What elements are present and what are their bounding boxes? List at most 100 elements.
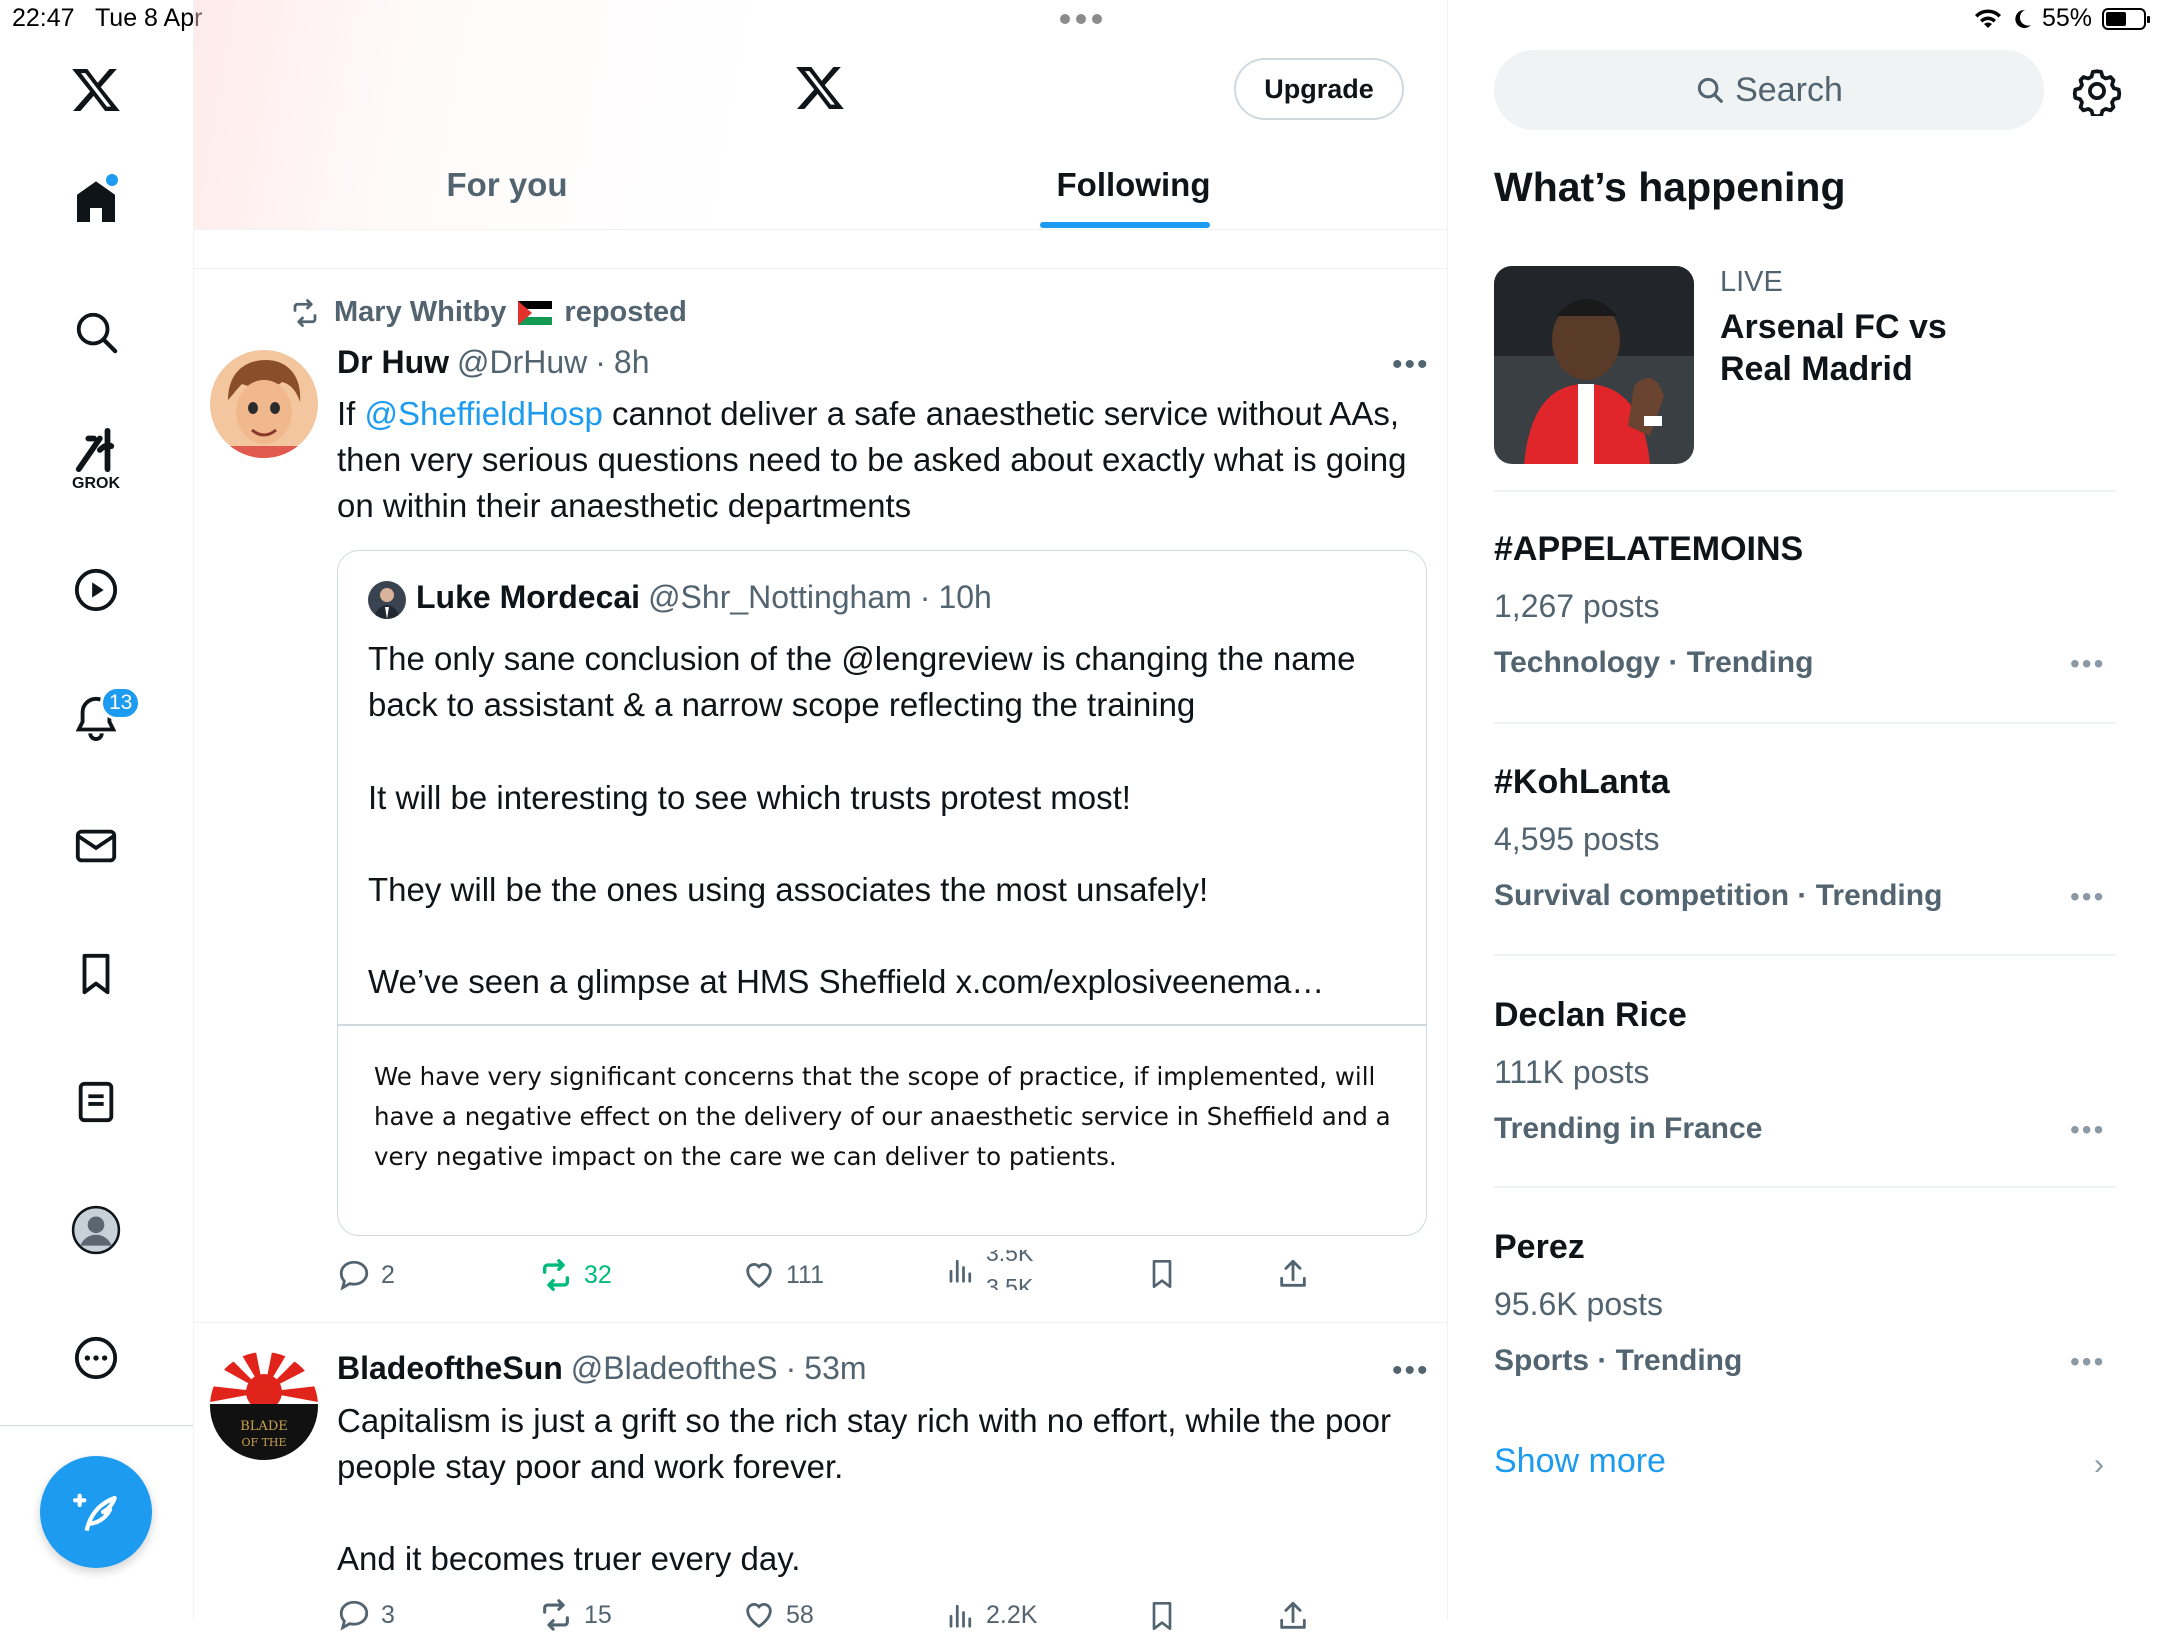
like-count: 58 xyxy=(786,1600,814,1629)
profile-icon[interactable] xyxy=(66,1200,126,1260)
post-text-2: And it becomes truer every day. xyxy=(337,1540,801,1577)
quote-avatar xyxy=(368,581,406,619)
more-icon[interactable] xyxy=(66,1328,126,1388)
trend-more-icon[interactable]: ••• xyxy=(2070,648,2105,680)
live-event-title[interactable]: Arsenal FC vs Real Madrid xyxy=(1720,306,2020,390)
nav-divider xyxy=(0,1425,193,1426)
reply-icon xyxy=(339,1260,369,1291)
views-count: 3.5K xyxy=(986,1250,1034,1266)
trend-title[interactable]: Perez xyxy=(1494,1228,1585,1267)
reply-button[interactable]: 2 xyxy=(337,1258,395,1292)
show-more-link[interactable]: Show more xyxy=(1494,1442,1666,1481)
trend-title[interactable]: #APPELATEMOINS xyxy=(1494,530,1803,569)
trend-divider xyxy=(1494,954,2116,956)
quote-card[interactable]: Luke Mordecai @Shr_Nottingham · 10h The … xyxy=(337,550,1427,1236)
status-indicators: 55% xyxy=(1974,4,2150,33)
compose-button[interactable] xyxy=(40,1456,152,1568)
post-more-icon[interactable]: ••• xyxy=(1392,348,1430,382)
flag-emoji-icon xyxy=(518,300,553,325)
tab-for-you[interactable]: For you xyxy=(194,160,820,210)
share-button[interactable] xyxy=(1276,1598,1310,1634)
like-icon xyxy=(746,1263,772,1289)
bookmark-icon xyxy=(1152,1260,1172,1288)
repost-user[interactable]: Mary Whitby xyxy=(334,296,506,329)
views-button[interactable]: 3.5K 3.5K xyxy=(946,1250,1046,1290)
trend-more-icon[interactable]: ••• xyxy=(2070,881,2105,913)
trend-category: Sports · Trending xyxy=(1494,1344,1743,1377)
separator: · xyxy=(785,1350,797,1386)
like-button[interactable]: 58 xyxy=(742,1598,814,1632)
header-x-logo-icon[interactable] xyxy=(794,62,846,114)
mail-icon[interactable] xyxy=(66,816,126,876)
trend-divider xyxy=(1494,1186,2116,1188)
share-icon xyxy=(1280,1259,1306,1287)
post-header: BladeoftheSun @BladeoftheS · 53m xyxy=(337,1350,867,1387)
header-divider xyxy=(194,229,1447,230)
bookmark-button[interactable] xyxy=(1146,1256,1178,1292)
trend-category: Trending in France xyxy=(1494,1112,1763,1145)
search-input[interactable]: Search xyxy=(1494,50,2044,130)
trend-more-icon[interactable]: ••• xyxy=(2070,1114,2105,1146)
notification-badge: 13 xyxy=(100,686,142,720)
quote-line-4: We’ve seen a glimpse at HMS Sheffield x.… xyxy=(368,963,1325,1000)
battery-percent: 55% xyxy=(2041,4,2092,32)
feed-divider xyxy=(194,268,1447,269)
separator: · xyxy=(919,579,931,615)
post-more-icon[interactable]: ••• xyxy=(1392,1354,1430,1388)
views-icon xyxy=(949,1604,972,1628)
search-icon[interactable] xyxy=(66,302,126,362)
quote-line-1: The only sane conclusion of the @lengrev… xyxy=(368,640,1356,723)
reply-button[interactable]: 3 xyxy=(337,1598,395,1632)
repost-button[interactable]: 32 xyxy=(538,1258,612,1292)
post-text-pre: If xyxy=(337,395,365,432)
bookmark-button[interactable] xyxy=(1146,1598,1178,1634)
quote-time: 10h xyxy=(938,579,992,615)
author-name[interactable]: BladeoftheSun xyxy=(337,1350,563,1387)
reply-count: 2 xyxy=(381,1260,395,1289)
post-time[interactable]: 8h xyxy=(614,344,650,381)
repost-icon xyxy=(293,298,317,327)
trend-divider xyxy=(1494,490,2116,492)
grok-icon[interactable]: GROK xyxy=(66,420,126,500)
quote-line-2: It will be interesting to see which trus… xyxy=(368,779,1131,816)
bookmark-icon[interactable] xyxy=(66,944,126,1004)
post-header: Dr Huw @DrHuw · 8h xyxy=(337,344,650,381)
lists-icon[interactable] xyxy=(66,1072,126,1132)
grok-label: GROK xyxy=(72,475,120,492)
trend-posts: 1,267 posts xyxy=(1494,588,1660,624)
repost-icon xyxy=(542,1259,570,1291)
repost-button[interactable]: 15 xyxy=(538,1598,612,1632)
post-divider xyxy=(194,1322,1447,1323)
post-time[interactable]: 53m xyxy=(804,1350,866,1387)
share-button[interactable] xyxy=(1276,1256,1310,1292)
trend-posts: 4,595 posts xyxy=(1494,821,1660,857)
svg-text:OF THE: OF THE xyxy=(241,1436,286,1449)
avatar[interactable] xyxy=(210,350,318,458)
video-icon[interactable] xyxy=(66,560,126,620)
like-icon xyxy=(746,1603,772,1629)
mention-link[interactable]: @SheffieldHosp xyxy=(365,395,603,432)
search-placeholder: Search xyxy=(1735,70,1843,109)
trend-divider xyxy=(1494,722,2116,724)
x-logo-icon[interactable] xyxy=(66,60,126,120)
trend-title[interactable]: #KohLanta xyxy=(1494,763,1670,802)
views-count-next: 3.5K xyxy=(986,1274,1034,1290)
trend-more-icon[interactable]: ••• xyxy=(2070,1346,2105,1378)
like-button[interactable]: 111 xyxy=(742,1258,824,1292)
upgrade-button[interactable]: Upgrade xyxy=(1234,58,1404,120)
like-count: 111 xyxy=(786,1260,825,1289)
tab-following[interactable]: Following xyxy=(820,160,1447,210)
trend-title[interactable]: Declan Rice xyxy=(1494,996,1687,1035)
reply-count: 3 xyxy=(381,1600,395,1629)
settings-icon[interactable] xyxy=(2072,66,2122,116)
repost-count: 15 xyxy=(584,1600,612,1629)
svg-text:BLADE: BLADE xyxy=(240,1419,288,1434)
views-icon xyxy=(949,1259,972,1283)
avatar[interactable]: BLADE OF THE xyxy=(210,1352,318,1460)
quote-author-handle: @Shr_Nottingham xyxy=(648,579,912,615)
author-name[interactable]: Dr Huw xyxy=(337,344,449,381)
views-button[interactable]: 2.2K xyxy=(946,1598,1037,1632)
author-handle[interactable]: @DrHuw xyxy=(457,344,587,381)
live-event-thumbnail[interactable] xyxy=(1494,266,1694,464)
author-handle[interactable]: @BladeoftheS xyxy=(571,1350,778,1387)
